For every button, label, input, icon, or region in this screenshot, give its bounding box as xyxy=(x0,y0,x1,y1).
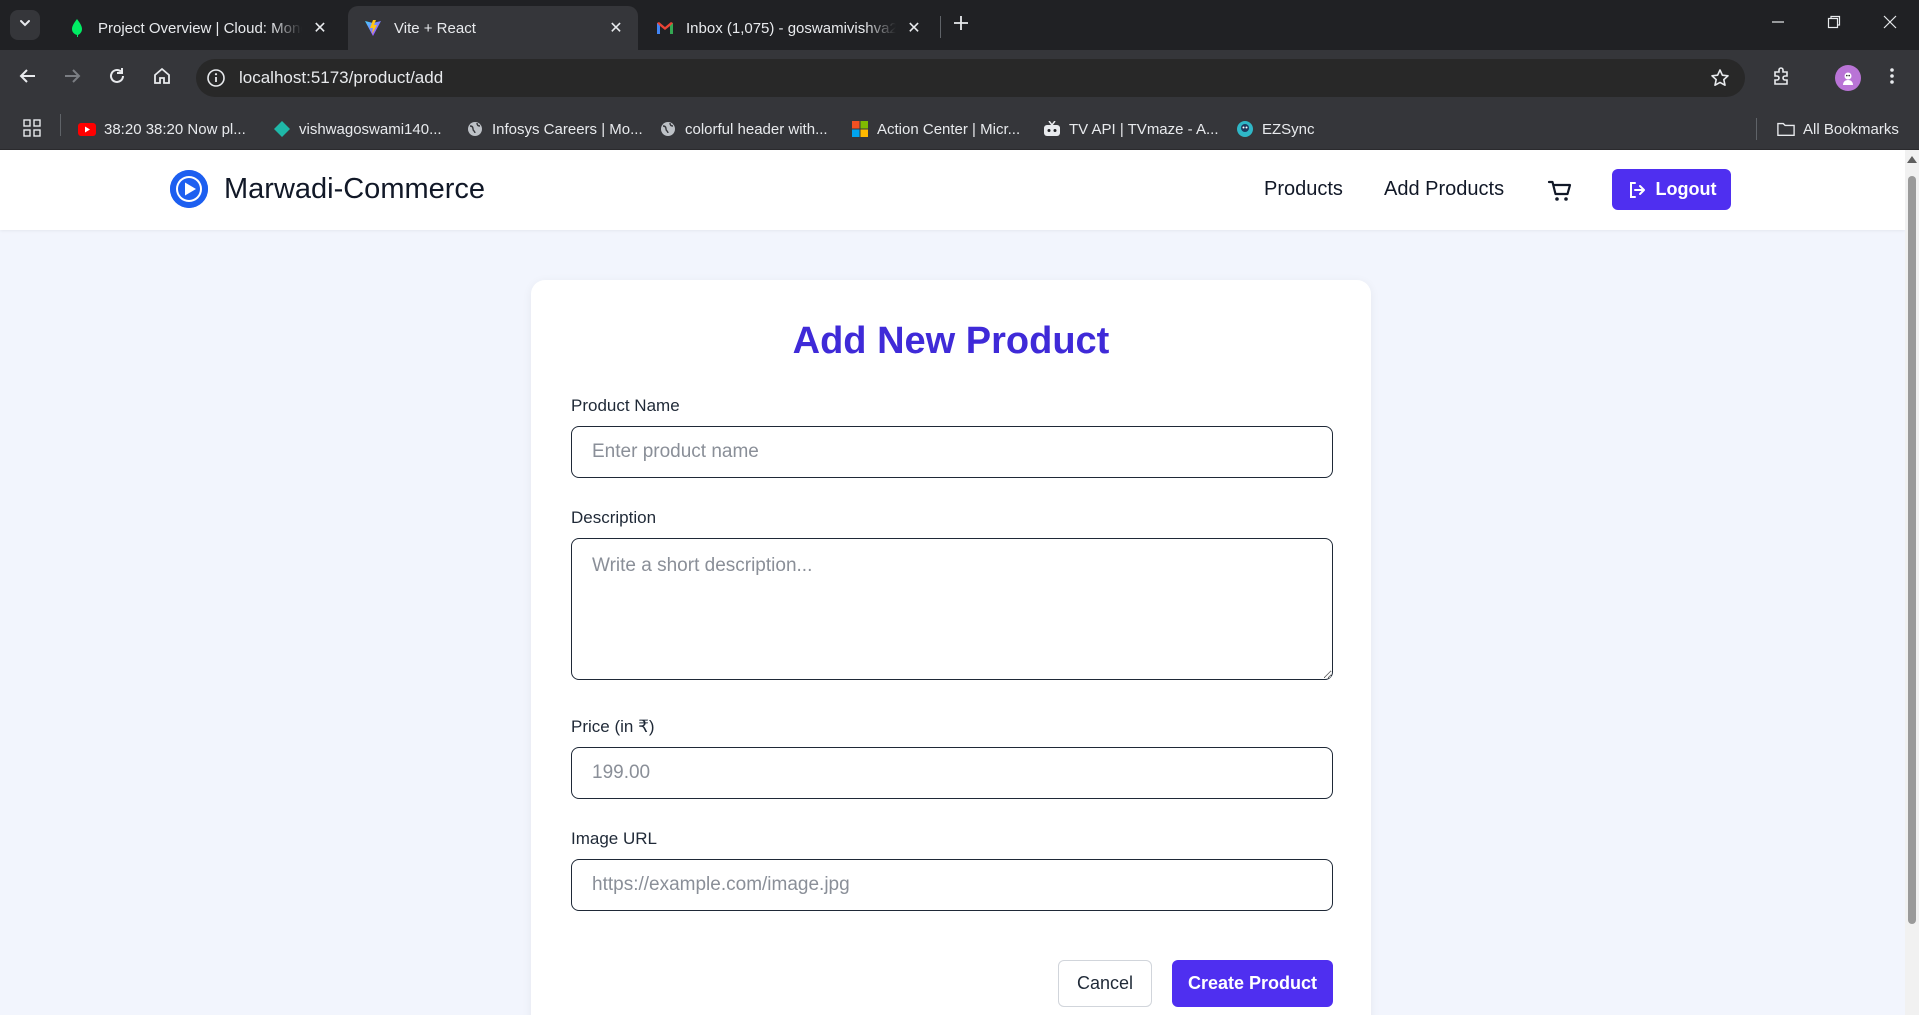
tab-vite-react[interactable]: Vite + React ✕ xyxy=(348,6,638,50)
tab-title: Vite + React xyxy=(394,19,476,37)
folder-icon xyxy=(1777,120,1795,138)
bookmarks-bar: 38:20 38:20 Now pl... vishwagoswami140..… xyxy=(0,107,1919,150)
product-name-label: Product Name xyxy=(571,396,680,415)
reload-button[interactable] xyxy=(101,62,133,94)
bookmark-youtube[interactable]: 38:20 38:20 Now pl... xyxy=(78,118,246,140)
tab-mongodb[interactable]: Project Overview | Cloud: MongoDB Cloud … xyxy=(52,6,342,50)
bookmark-vishwagoswami[interactable]: vishwagoswami140... xyxy=(273,118,442,140)
close-icon[interactable]: ✕ xyxy=(904,18,924,38)
bookmark-label: TV API | TVmaze - A... xyxy=(1069,120,1219,138)
image-url-label: Image URL xyxy=(571,829,657,848)
page-scrollbar[interactable] xyxy=(1905,150,1919,1015)
gmail-icon xyxy=(656,19,674,37)
window-close-button[interactable] xyxy=(1862,0,1918,48)
logout-label: Logout xyxy=(1655,179,1717,199)
tab-title: Inbox (1,075) - goswamivishva2004@gmail.… xyxy=(686,19,896,37)
back-arrow-icon xyxy=(19,67,37,90)
browser-toolbar: localhost:5173/product/add xyxy=(0,50,1919,107)
extensions-button[interactable] xyxy=(1766,62,1798,94)
shopping-cart-icon[interactable] xyxy=(1546,177,1574,205)
scroll-up-arrow-icon[interactable] xyxy=(1907,156,1917,163)
bookmark-label: EZSync xyxy=(1262,120,1315,138)
puzzle-icon xyxy=(1772,66,1792,91)
logout-button[interactable]: Logout xyxy=(1612,169,1731,210)
vite-icon xyxy=(364,19,382,37)
profile-avatar[interactable] xyxy=(1835,65,1861,91)
diamond-icon xyxy=(273,120,291,138)
mongodb-leaf-icon xyxy=(68,19,86,37)
site-info-icon[interactable] xyxy=(201,63,231,93)
globe-icon xyxy=(466,120,484,138)
tab-gmail[interactable]: Inbox (1,075) - goswamivishva2004@gmail.… xyxy=(640,6,936,50)
bookmark-label: Action Center | Micr... xyxy=(877,120,1021,138)
price-input[interactable] xyxy=(571,747,1333,799)
url-text: localhost:5173/product/add xyxy=(239,68,444,87)
site-header: Marwadi-Commerce Products Add Products L… xyxy=(0,150,1905,230)
close-icon[interactable]: ✕ xyxy=(310,18,330,38)
scroll-thumb[interactable] xyxy=(1908,176,1916,924)
youtube-icon xyxy=(78,120,96,138)
forward-button[interactable] xyxy=(56,62,88,94)
globe-icon xyxy=(659,120,677,138)
all-bookmarks-button[interactable]: All Bookmarks xyxy=(1777,118,1899,140)
address-bar[interactable]: localhost:5173/product/add xyxy=(196,59,1745,97)
tab-search-button[interactable] xyxy=(10,10,40,40)
brand[interactable]: Marwadi-Commerce xyxy=(170,170,485,208)
forward-arrow-icon xyxy=(63,67,81,90)
restore-button[interactable] xyxy=(1806,0,1862,48)
plus-icon xyxy=(953,15,969,36)
bookmarks-apps-divider xyxy=(60,114,61,136)
bookmarks-divider xyxy=(1756,118,1757,140)
bookmark-ezsync[interactable]: EZSync xyxy=(1236,118,1315,140)
reload-icon xyxy=(108,67,126,90)
add-product-card: Add New Product Product Name Description… xyxy=(531,280,1371,1015)
all-bookmarks-label: All Bookmarks xyxy=(1803,120,1899,138)
close-icon xyxy=(1883,15,1897,34)
bookmark-star-icon[interactable] xyxy=(1705,63,1735,93)
new-tab-button[interactable] xyxy=(948,12,974,38)
nav-add-products-link[interactable]: Add Products xyxy=(1384,178,1504,201)
bookmark-tvmaze[interactable]: TV API | TVmaze - A... xyxy=(1043,118,1219,140)
home-button[interactable] xyxy=(146,62,178,94)
image-url-input[interactable] xyxy=(571,859,1333,911)
bookmark-action-center[interactable]: Action Center | Micr... xyxy=(851,118,1020,140)
description-textarea[interactable] xyxy=(571,538,1333,680)
minimize-button[interactable] xyxy=(1750,0,1806,48)
nav-products-link[interactable]: Products xyxy=(1264,178,1343,201)
play-logo-icon xyxy=(170,170,208,208)
price-label: Price (in ₹) xyxy=(571,717,655,736)
bookmark-colorful-header[interactable]: colorful header with... xyxy=(659,118,828,140)
kebab-menu-icon xyxy=(1889,67,1895,90)
tab-strip: Project Overview | Cloud: MongoDB Cloud … xyxy=(0,0,1919,50)
bookmark-label: colorful header with... xyxy=(685,120,828,138)
logout-icon xyxy=(1627,180,1647,200)
bookmark-infosys[interactable]: Infosys Careers | Mo... xyxy=(466,118,643,140)
bookmark-label: 38:20 38:20 Now pl... xyxy=(104,120,246,138)
bookmark-label: vishwagoswami140... xyxy=(299,120,442,138)
minimize-icon xyxy=(1771,15,1785,34)
bookmark-label: Infosys Careers | Mo... xyxy=(492,120,643,138)
browser-menu-button[interactable] xyxy=(1876,62,1908,94)
tvmaze-icon xyxy=(1043,120,1061,138)
restore-icon xyxy=(1827,15,1841,34)
page-viewport: Marwadi-Commerce Products Add Products L… xyxy=(0,150,1919,1015)
brand-name: Marwadi-Commerce xyxy=(224,172,486,205)
page-title: Add New Product xyxy=(792,320,1110,362)
chevron-down-icon xyxy=(18,16,32,35)
description-label: Description xyxy=(571,508,657,527)
apps-grid-icon[interactable] xyxy=(22,118,42,143)
cancel-button[interactable]: Cancel xyxy=(1058,960,1152,1007)
create-product-button[interactable]: Create Product xyxy=(1172,960,1333,1007)
product-name-input[interactable] xyxy=(571,426,1333,478)
microsoft-icon xyxy=(851,120,869,138)
home-icon xyxy=(153,67,171,90)
tab-title: Project Overview | Cloud: MongoDB Cloud xyxy=(98,19,302,37)
back-button[interactable] xyxy=(12,62,44,94)
close-icon[interactable]: ✕ xyxy=(606,18,626,38)
ezsync-icon xyxy=(1236,120,1254,138)
